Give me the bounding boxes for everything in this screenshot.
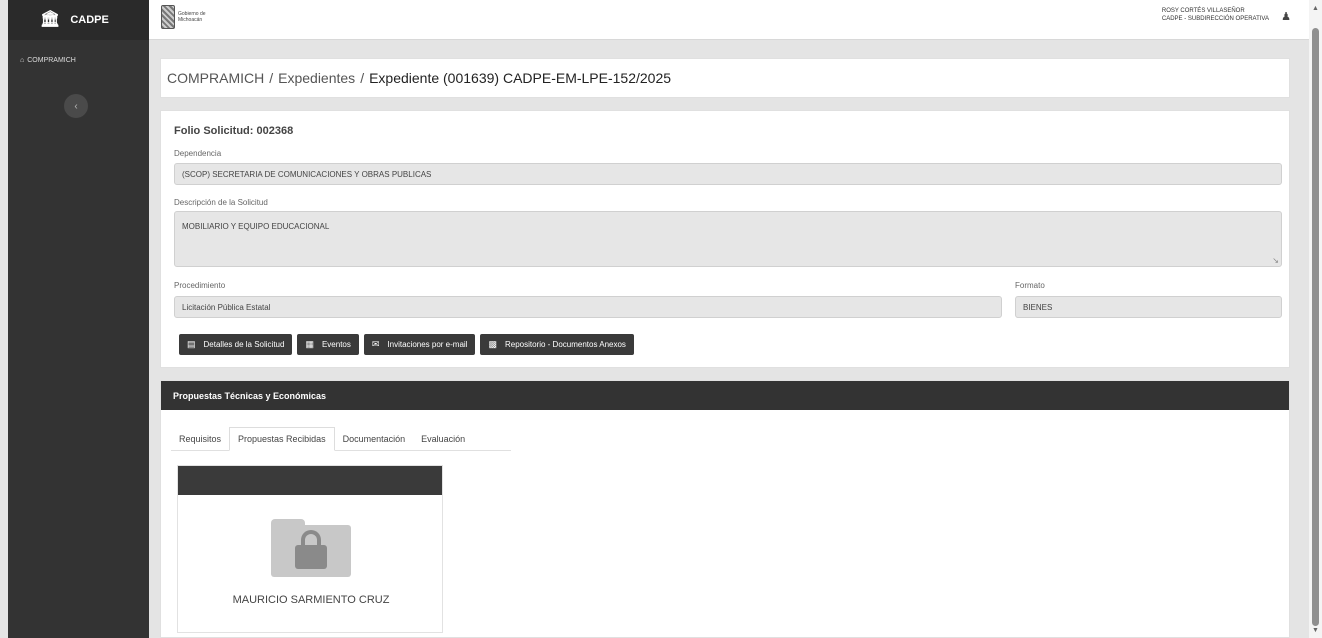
sidebar-item-label: COMPRAMICH: [27, 56, 76, 64]
calendar-icon: ▦: [305, 339, 314, 349]
bidder-card-header: [178, 466, 442, 495]
scroll-up-icon[interactable]: ▲: [1309, 2, 1322, 14]
tab-propuestas-recibidas[interactable]: Propuestas Recibidas: [229, 427, 335, 451]
scrollbar[interactable]: ▲ ▼: [1309, 0, 1322, 638]
breadcrumb-item-expedientes[interactable]: Expedientes: [278, 70, 355, 86]
procedimiento-label: Procedimiento: [174, 281, 226, 290]
descripcion-label: Descripción de la Solicitud: [174, 198, 268, 207]
breadcrumb-item-compramich[interactable]: COMPRAMICH: [167, 70, 264, 86]
action-buttons: ▤ Detalles de la Solicitud ▦ Eventos ✉ I…: [179, 334, 634, 355]
request-card: Folio Solicitud: 002368 Dependencia (SCO…: [160, 110, 1290, 368]
scroll-down-icon[interactable]: ▼: [1309, 624, 1322, 636]
detalles-solicitud-label: Detalles de la Solicitud: [203, 340, 285, 349]
folio-label: Folio Solicitud: 002368: [174, 125, 294, 137]
proposals-section: Propuestas Técnicas y Económicas Requisi…: [160, 380, 1290, 638]
sidebar-item-compramich[interactable]: ⌂ COMPRAMICH: [8, 54, 149, 66]
user-info: ROSY CORTÉS VILLASEÑOR CADPE - SUBDIRECC…: [1162, 7, 1269, 23]
dependencia-label: Dependencia: [174, 149, 222, 158]
resize-grip-icon[interactable]: ↘: [1272, 256, 1279, 265]
invitaciones-label: Invitaciones por e-mail: [387, 340, 468, 349]
formato-label: Formato: [1015, 281, 1045, 290]
breadcrumb-separator: /: [269, 70, 274, 86]
document-icon: ▤: [187, 339, 196, 349]
proposals-tabs: Requisitos Propuestas Recibidas Document…: [171, 427, 511, 451]
gov-logo: Gobierno de Michoacán: [161, 5, 206, 29]
repositorio-button[interactable]: ▩ Repositorio - Documentos Anexos: [480, 334, 634, 355]
brand[interactable]: 🏛 CADPE: [8, 0, 149, 40]
sidebar-collapse-button[interactable]: ‹: [64, 94, 88, 118]
chevron-left-icon: ‹: [74, 100, 78, 112]
proposals-header: Propuestas Técnicas y Económicas: [161, 381, 1289, 410]
bank-icon: 🏛: [40, 11, 61, 28]
formato-field: BIENES: [1015, 296, 1282, 318]
archive-icon: ▩: [488, 339, 497, 349]
sidebar: 🏛 CADPE ⌂ COMPRAMICH ‹: [8, 0, 149, 638]
bidder-card[interactable]: MAURICIO SARMIENTO CRUZ: [177, 465, 443, 633]
repositorio-label: Repositorio - Documentos Anexos: [504, 340, 626, 349]
user-role: CADPE - SUBDIRECCIÓN OPERATIVA: [1161, 16, 1269, 22]
tab-requisitos[interactable]: Requisitos: [171, 428, 229, 450]
brand-label: CADPE: [70, 14, 109, 26]
invitaciones-button[interactable]: ✉ Invitaciones por e-mail: [363, 334, 476, 355]
eventos-label: Eventos: [321, 340, 351, 349]
bidder-name: MAURICIO SARMIENTO CRUZ: [232, 594, 390, 606]
eventos-button[interactable]: ▦ Eventos: [297, 334, 359, 355]
descripcion-value: MOBILIARIO Y EQUIPO EDUCACIONAL: [182, 222, 330, 231]
tab-evaluacion[interactable]: Evaluación: [413, 428, 473, 450]
detalles-solicitud-button[interactable]: ▤ Detalles de la Solicitud: [179, 334, 293, 355]
descripcion-field[interactable]: MOBILIARIO Y EQUIPO EDUCACIONAL ↘: [174, 211, 1282, 267]
tab-documentacion[interactable]: Documentación: [335, 428, 414, 450]
gov-logo-text-2: Michoacán: [178, 17, 203, 23]
user-name: ROSY CORTÉS VILLASEÑOR: [1161, 8, 1245, 14]
breadcrumb-current: Expediente (001639) CADPE-EM-LPE-152/202…: [369, 70, 672, 86]
home-icon: ⌂: [20, 56, 25, 64]
envelope-icon: ✉: [371, 339, 380, 349]
seal-icon: [161, 5, 175, 29]
lock-folder-icon[interactable]: [271, 519, 351, 577]
user-icon[interactable]: ♟: [1281, 10, 1291, 23]
topbar: Gobierno de Michoacán ROSY CORTÉS VILLAS…: [149, 0, 1309, 40]
scroll-thumb[interactable]: [1312, 28, 1319, 626]
breadcrumb: COMPRAMICH / Expedientes / Expediente (0…: [160, 58, 1290, 98]
dependencia-field: (SCOP) SECRETARIA DE COMUNICACIONES Y OB…: [174, 163, 1282, 185]
procedimiento-field: Licitación Pública Estatal: [174, 296, 1002, 318]
breadcrumb-separator: /: [360, 70, 365, 86]
